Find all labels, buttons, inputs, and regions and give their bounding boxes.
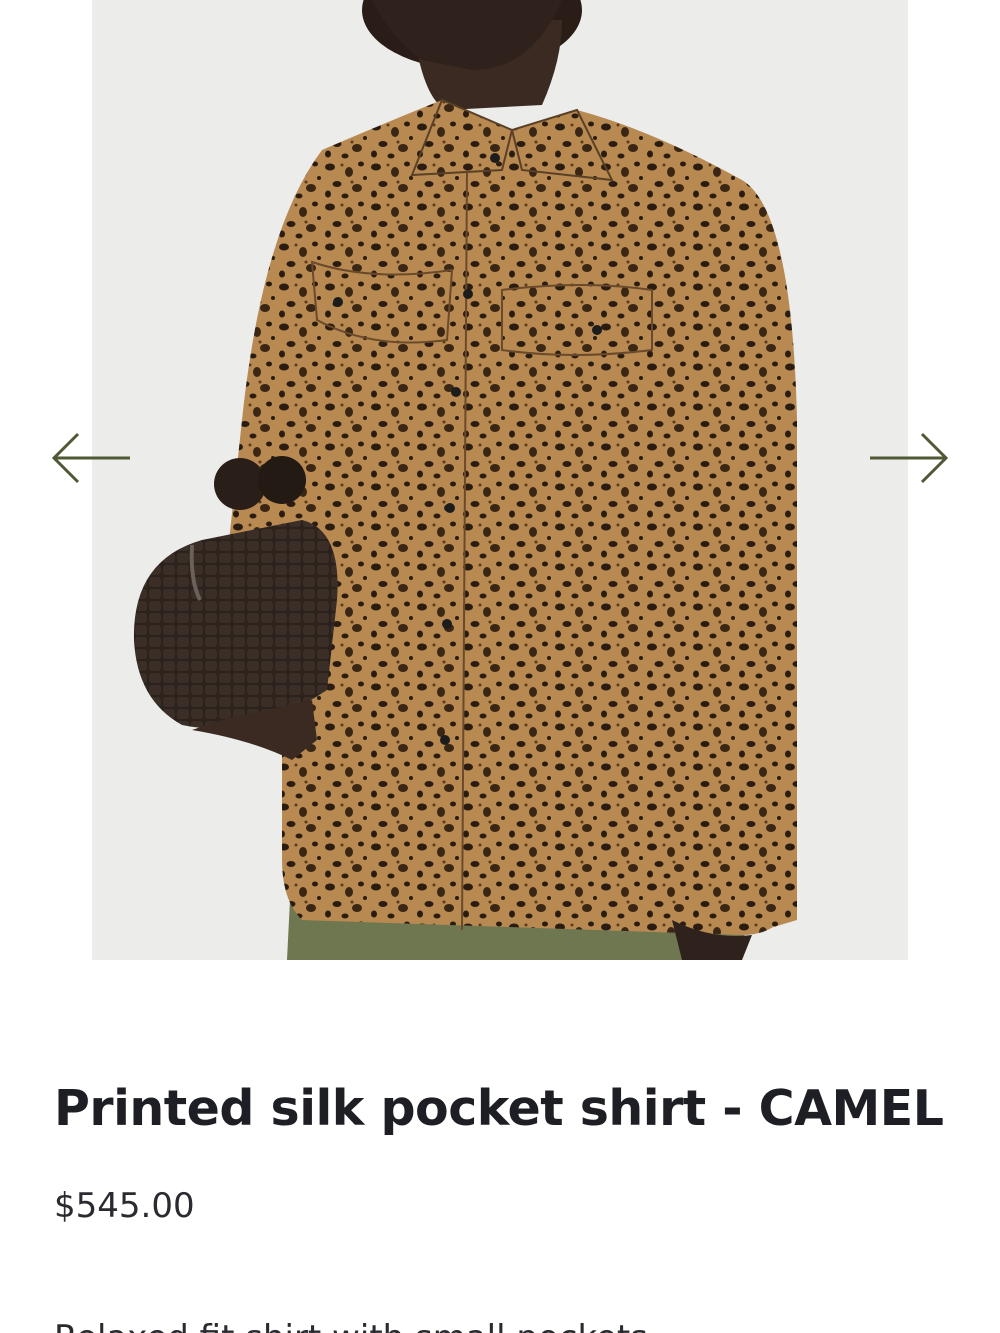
product-title: Printed silk pocket shirt - CAMEL [54,1080,944,1137]
product-photo[interactable] [92,0,908,960]
product-image-gallery [0,0,1000,962]
arrow-right-icon [868,430,950,491]
product-price: $545.00 [54,1186,195,1226]
next-image-button[interactable] [864,420,954,500]
product-description: Relaxed fit shirt with small pockets [54,1318,954,1333]
arrow-left-icon [50,430,132,491]
product-info: Printed silk pocket shirt - CAMEL $545.0… [54,1078,954,1226]
previous-image-button[interactable] [46,420,136,500]
